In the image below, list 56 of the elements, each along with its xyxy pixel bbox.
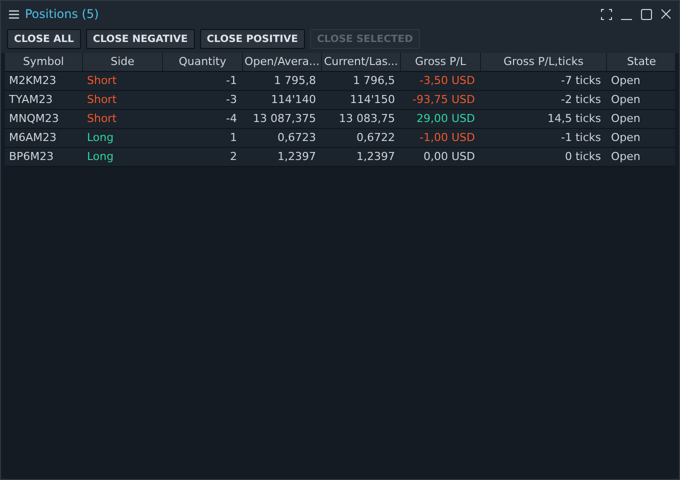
table-cell-text: -1 ticks [560, 130, 602, 146]
table-cell-text: 0 ticks [564, 148, 602, 165]
table-cell-text: 0,6722 [356, 130, 396, 146]
table-cell-text: Long [86, 130, 115, 146]
table-cell-text: M6AM23 [8, 130, 58, 146]
column-header[interactable]: Side [83, 53, 163, 71]
column-header[interactable]: Open/Avera... [243, 53, 322, 71]
table-cell-text: -2 ticks [560, 92, 602, 108]
table-cell-text: -3,50 USD [418, 72, 476, 89]
close-icon[interactable] [661, 9, 671, 19]
table-cell-text: 114'150 [348, 92, 396, 108]
table-cell-text: -93,75 USD [412, 92, 476, 108]
table-cell-text: 1 795,8 [273, 72, 317, 89]
window-title: Positions (5) [25, 6, 99, 23]
table-cell-text: MNQM23 [8, 110, 60, 127]
table-cell-text: Open [610, 72, 642, 89]
table-cell-text: Short [86, 110, 118, 127]
table-cell-text: Open [610, 130, 642, 146]
column-header[interactable]: Gross P/L [401, 53, 481, 71]
table-cell-text: 0,6723 [276, 130, 317, 146]
table-cell-text: 114'140 [270, 92, 317, 108]
table-cell-text: 13 083,75 [338, 110, 396, 127]
table-cell-text: 0,00 USD [422, 148, 476, 165]
table-cell-text: 13 087,375 [252, 110, 317, 127]
table-cell-text: 2 [229, 148, 238, 165]
table-cell-text: 1 796,5 [352, 72, 396, 89]
column-header[interactable]: Quantity [163, 53, 243, 71]
column-header[interactable]: State [607, 53, 677, 71]
table-cell-text: Short [86, 92, 118, 108]
action-button[interactable]: CLOSE NEGATIVE [86, 29, 195, 49]
table-cell-text: 29,00 USD [416, 110, 476, 127]
table-cell-text: -1 [225, 72, 238, 89]
action-button[interactable]: CLOSE ALL [7, 29, 81, 49]
table-cell-text: Open [610, 110, 642, 127]
table-cell-text: M2KM23 [8, 72, 58, 89]
table-cell-text: -7 ticks [560, 72, 602, 89]
table-cell-text: Short [86, 72, 118, 89]
menu-icon[interactable] [9, 10, 19, 18]
column-header[interactable]: Current/Las... [322, 53, 401, 71]
maximize-icon[interactable] [641, 8, 652, 20]
table-cell-text: BP6M23 [8, 148, 55, 165]
action-button[interactable]: CLOSE POSITIVE [200, 29, 305, 49]
table-cell-text: -1,00 USD [418, 130, 476, 146]
fullscreen-icon[interactable] [601, 8, 612, 20]
column-header[interactable]: Gross P/L,ticks [481, 53, 607, 71]
table-cell-text: 1,2397 [356, 148, 396, 165]
column-header[interactable]: Symbol [5, 53, 83, 71]
table-cell-text: 1 [229, 130, 238, 146]
table-cell-text: -4 [225, 110, 238, 127]
table-cell-text: Open [610, 92, 642, 108]
table-cell-text: 1,2397 [276, 148, 317, 165]
table-cell-text: Open [610, 148, 642, 165]
table-cell-text: -3 [225, 92, 238, 108]
table-cell-text: TYAM23 [8, 92, 54, 108]
table-cell-text: 14,5 ticks [546, 110, 602, 127]
table-cell-text: Long [86, 148, 115, 165]
